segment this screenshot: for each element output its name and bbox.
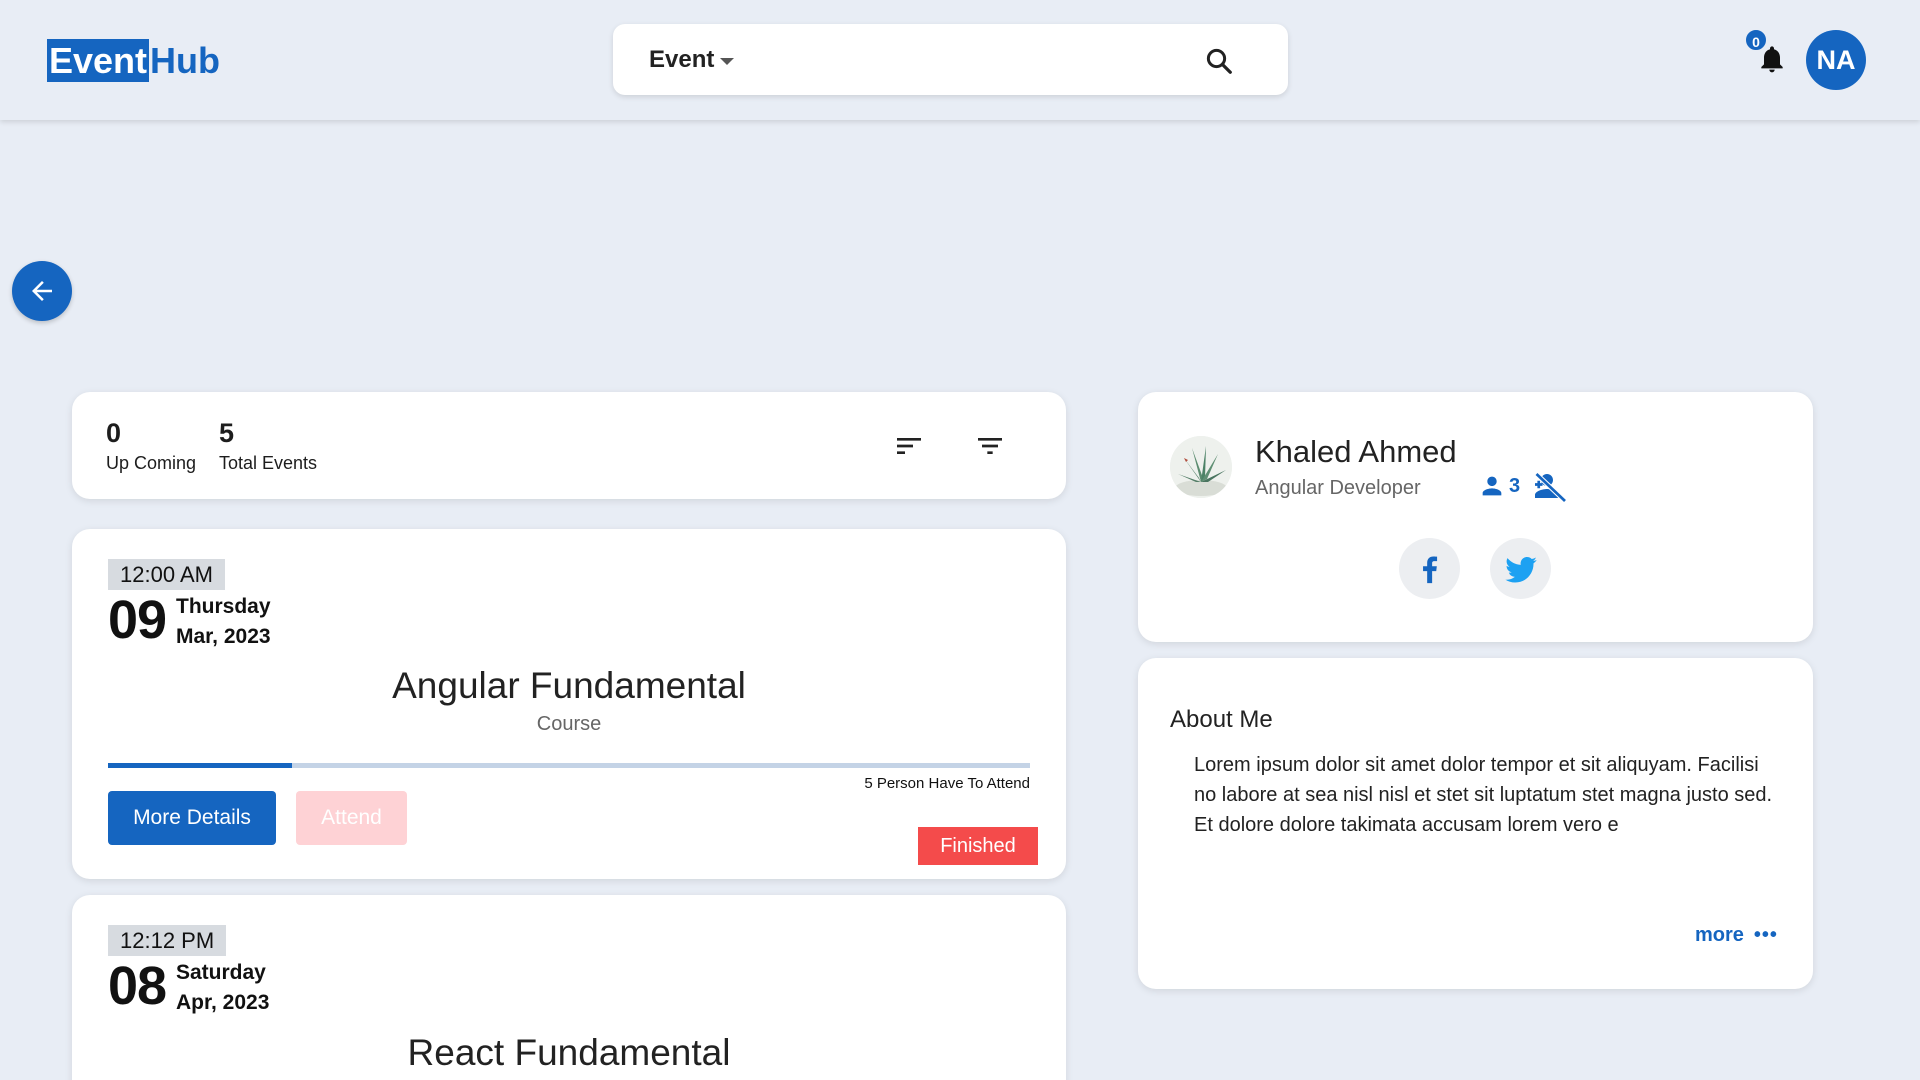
more-label: more — [1695, 924, 1744, 946]
event-card: 12:12 PM 08 Saturday Apr, 2023 React Fun… — [72, 895, 1066, 1080]
search-input[interactable] — [783, 38, 1183, 82]
about-card: About Me Lorem ipsum dolor sit amet dolo… — [1138, 658, 1813, 989]
attendance-text: 5 Person Have To Attend — [864, 775, 1030, 792]
attendance-progress-fill — [108, 763, 293, 768]
event-day: 09 — [108, 590, 167, 650]
total-events-count: 5 — [219, 418, 235, 448]
eventhub-logo[interactable]: Event Hub — [47, 39, 220, 82]
sort-icon[interactable] — [893, 430, 925, 462]
event-date: Saturday Apr, 2023 — [176, 958, 269, 1018]
facebook-button[interactable] — [1399, 538, 1460, 599]
event-title: Angular Fundamental — [392, 665, 746, 706]
person-icon — [1482, 476, 1502, 496]
search-bar: Event — [613, 24, 1288, 95]
status-badge: Finished — [918, 827, 1038, 865]
profile-image — [1170, 436, 1232, 498]
plant-image — [1170, 436, 1232, 498]
profile-role: Angular Developer — [1255, 477, 1421, 499]
filter-icon[interactable] — [974, 430, 1006, 462]
event-time: 12:12 PM — [108, 925, 227, 956]
profile-name: Khaled Ahmed — [1255, 434, 1457, 469]
arrow-left-icon — [32, 281, 52, 301]
more-dots-icon: ••• — [1753, 924, 1778, 946]
event-card: 12:00 AM 09 Thursday Mar, 2023 Angular F… — [72, 529, 1066, 879]
total-events-label: Total Events — [219, 453, 318, 473]
search-category-select[interactable]: Event — [649, 46, 735, 74]
notification-badge: 0 — [1744, 28, 1768, 52]
search-category-label: Event — [649, 46, 715, 73]
event-month-year: Apr, 2023 — [176, 991, 270, 1014]
twitter-icon — [1504, 556, 1537, 582]
stats-card: 0 Up Coming 5 Total Events — [72, 392, 1066, 499]
more-details-button[interactable]: More Details — [108, 791, 276, 845]
event-weekday: Saturday — [176, 961, 266, 984]
more-link[interactable]: more ••• — [1695, 924, 1778, 947]
followers-count: 3 — [1509, 474, 1521, 497]
event-time: 12:00 AM — [108, 559, 225, 590]
about-heading: About Me — [1170, 706, 1273, 733]
logo-part-event: Event — [47, 39, 150, 82]
total-events-stat: 5 Total Events — [219, 418, 317, 474]
event-weekday: Thursday — [176, 595, 271, 618]
twitter-button[interactable] — [1490, 538, 1551, 599]
event-date: Thursday Mar, 2023 — [176, 592, 271, 652]
about-text: Lorem ipsum dolor sit amet dolor tempor … — [1194, 754, 1773, 836]
event-title: React Fundamental — [407, 1032, 731, 1073]
top-header: Event Hub Event 0 NA — [0, 0, 1920, 120]
event-day: 08 — [108, 956, 167, 1016]
caret-down-icon — [720, 57, 735, 65]
event-category: Course — [536, 713, 602, 735]
event-month-year: Mar, 2023 — [176, 625, 271, 648]
search-icon[interactable] — [1204, 46, 1234, 76]
back-button[interactable] — [12, 261, 72, 321]
profile-card: Khaled Ahmed Angular Developer 3 — [1138, 392, 1813, 642]
followers-info: 3 — [1478, 468, 1568, 504]
logo-part-hub: Hub — [150, 40, 221, 81]
facebook-icon — [1422, 556, 1437, 583]
attend-button[interactable]: Attend — [296, 791, 407, 845]
upcoming-label: Up Coming — [106, 453, 197, 473]
attendance-progress-bar — [108, 763, 1030, 768]
upcoming-stat: 0 Up Coming — [106, 418, 196, 474]
unfollow-icon[interactable] — [1532, 468, 1568, 504]
upcoming-count: 0 — [106, 418, 122, 448]
user-avatar[interactable]: NA — [1806, 30, 1866, 90]
